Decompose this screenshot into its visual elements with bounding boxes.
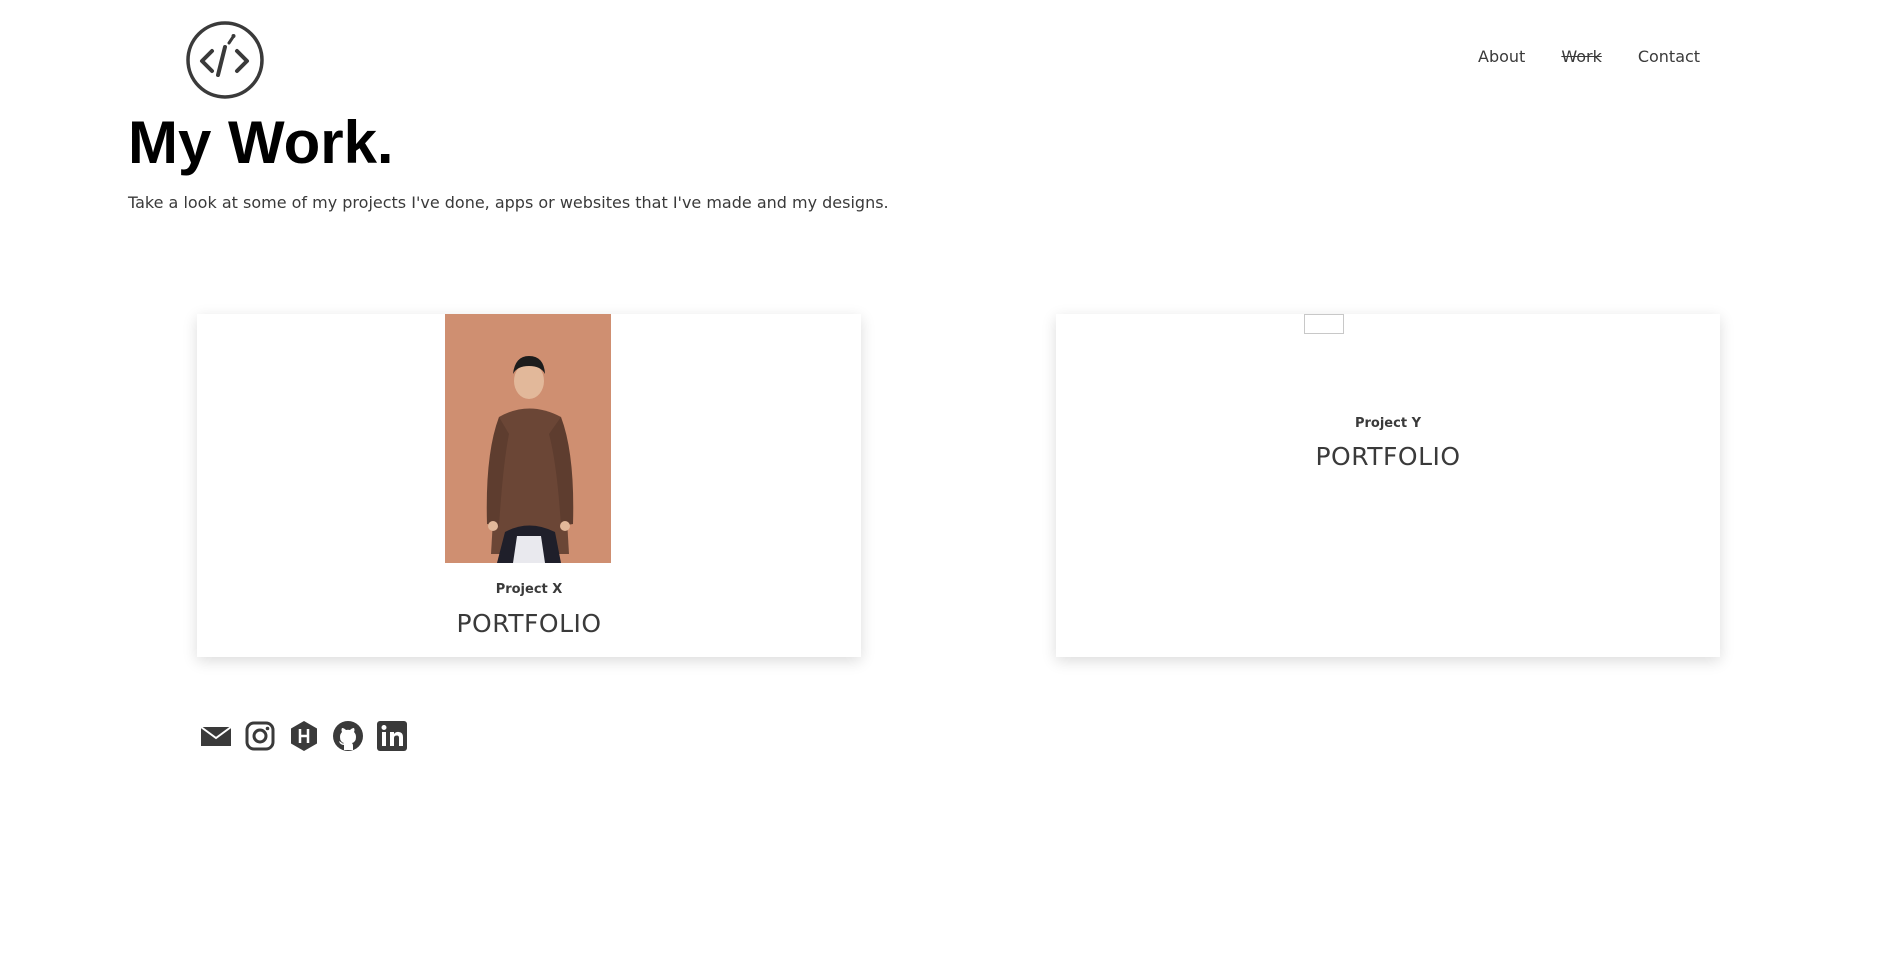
project-card-y[interactable]: Project Y PORTFOLIO [1056,314,1720,657]
logo[interactable] [185,20,265,100]
linkedin-icon[interactable] [376,720,408,752]
page-subtitle: Take a look at some of my projects I've … [128,193,889,212]
nav-work[interactable]: Work [1561,47,1602,66]
page-title: My Work. [128,109,394,176]
project-title: PORTFOLIO [1315,442,1461,471]
project-photo [445,314,611,563]
project-label: Project Y [1354,416,1421,431]
broken-image-icon [1304,314,1344,334]
hashnode-icon[interactable] [288,720,320,752]
main-nav: About Work Contact [1478,47,1700,66]
envelope-icon[interactable] [200,720,232,752]
github-icon[interactable] [332,720,364,752]
project-label: Project X [495,582,563,597]
project-card-x[interactable]: Project X PORTFOLIO [197,314,861,657]
instagram-icon[interactable] [244,720,276,752]
project-title: PORTFOLIO [456,609,602,638]
nav-about[interactable]: About [1478,47,1525,66]
social-links [200,720,408,752]
nav-contact[interactable]: Contact [1638,47,1700,66]
